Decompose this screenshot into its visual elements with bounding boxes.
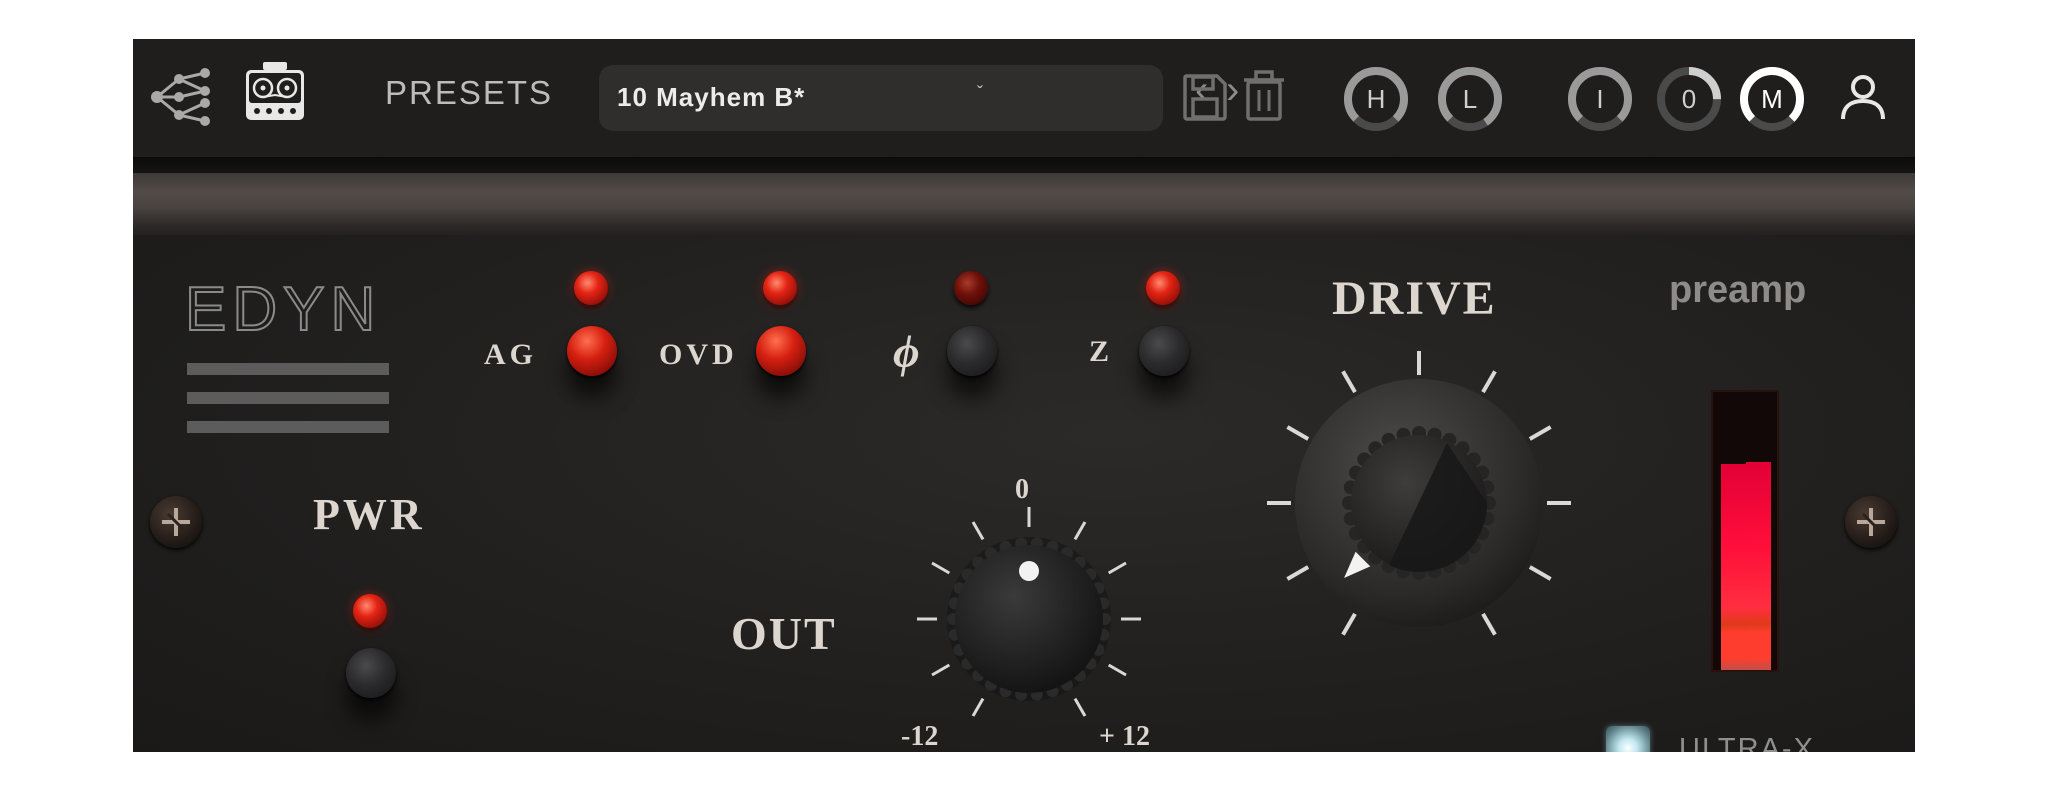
scale-tick [1528,425,1552,441]
screw-icon [1857,508,1885,536]
out-knob[interactable] [909,499,1149,739]
ultra-x-button[interactable] [1606,726,1650,752]
left-meter-bar [1721,464,1746,670]
right-screw [1845,496,1897,548]
z-button[interactable] [1139,326,1189,376]
preset-name: 10 Mayhem B* [617,82,806,112]
input-gain-label: I [1596,84,1603,114]
scale-tick [971,697,985,717]
panel-lip [133,173,1915,235]
scale-tick [971,521,985,541]
out-indicator [1019,561,1039,581]
high-toggle-label: H [1367,84,1386,114]
out-label: OUT [731,608,837,659]
scale-tick [1341,370,1357,394]
scale-tick [1107,663,1127,677]
z-label: Z [1089,335,1110,368]
high-toggle-knob[interactable]: H [1341,64,1411,134]
mix-knob[interactable]: M [1737,64,1807,134]
ring-icon: M [1740,67,1804,131]
level-meter [1711,390,1779,672]
brand-name: EDYN [185,278,381,344]
ovd-led [763,271,797,305]
presets-label[interactable]: PRESETS [385,74,553,112]
ring-icon: 0 [1657,67,1721,131]
scale-tick [1107,561,1127,575]
power-button[interactable] [346,648,396,698]
low-toggle-knob[interactable]: L [1435,64,1505,134]
mix-label: M [1761,84,1783,114]
left-screw [150,496,202,548]
input-gain-knob[interactable]: I [1565,64,1635,134]
pwr-label: PWR [313,490,425,539]
ag-button[interactable] [567,326,617,376]
output-gain-knob[interactable]: 0 [1654,64,1724,134]
ring-icon: L [1438,67,1502,131]
scale-tick [1073,697,1087,717]
chevron-down-icon[interactable]: ˇ [977,83,983,104]
scale-tick [1286,425,1310,441]
phase-label: ϕ [893,326,920,377]
preamp-label: preamp [1669,269,1807,311]
scale-tick [1481,612,1497,636]
scale-tick [931,561,951,575]
scale-tick [1341,612,1357,636]
scale-tick [1528,565,1552,581]
plugin-window: PRESETS 10 Mayhem B* ˇ ‹ › H L I 0 M EDY… [133,39,1915,752]
routing-icon[interactable] [149,67,215,127]
ring-icon: H [1344,67,1408,131]
user-icon[interactable] [1839,73,1887,123]
ultra-x-label: ULTRA-X [1679,733,1815,752]
preamp-panel: EDYN AG OVD ϕ Z PWR OUT 0 -12 + 12 DRIVE… [133,173,1915,752]
trash-icon[interactable] [1241,70,1287,122]
right-meter-bar [1746,461,1771,670]
tape-recorder-icon[interactable] [243,61,307,123]
z-led [1146,271,1180,305]
phase-button[interactable] [947,326,997,376]
phase-led [954,271,988,305]
ag-led [574,271,608,305]
output-gain-label: 0 [1682,84,1696,114]
drive-label: DRIVE [1332,272,1497,325]
power-led [353,594,387,628]
screw-icon [162,508,190,536]
ovd-button[interactable] [756,326,806,376]
scale-tick [1481,370,1497,394]
top-bar-shadow [133,157,1915,173]
scale-tick [1073,521,1087,541]
ovd-label: OVD [659,338,738,371]
ring-icon: I [1568,67,1632,131]
top-bar: PRESETS 10 Mayhem B* ˇ ‹ › H L I 0 M [133,39,1915,157]
low-toggle-label: L [1463,84,1477,114]
drive-knob[interactable] [1259,343,1579,663]
scale-tick [931,663,951,677]
preset-selector[interactable]: 10 Mayhem B* ˇ ‹ › [599,65,1239,131]
brand-logo: EDYN [185,278,389,433]
save-icon[interactable] [1181,72,1229,122]
scale-tick [1286,565,1310,581]
ag-label: AG [484,338,537,371]
